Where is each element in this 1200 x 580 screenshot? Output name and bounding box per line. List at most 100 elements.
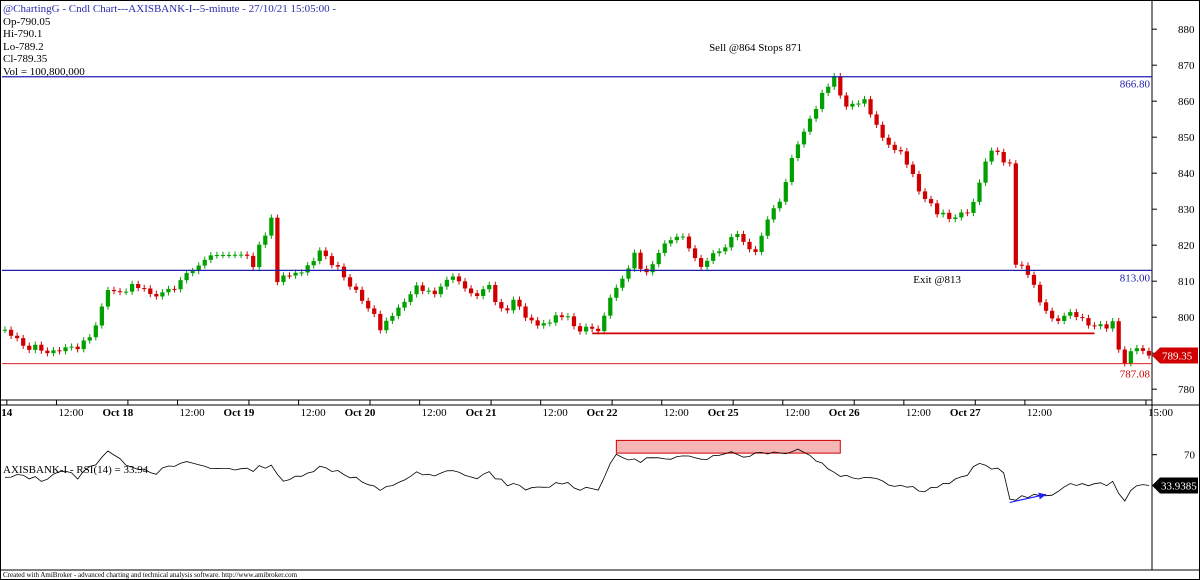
candle-body	[541, 323, 546, 326]
candle-body	[190, 271, 195, 274]
candle-body	[511, 299, 516, 311]
candle-body	[662, 243, 667, 253]
candle-body	[93, 325, 98, 338]
candle-body	[838, 76, 843, 96]
candle-body	[517, 299, 522, 307]
candle-body	[565, 316, 571, 318]
candle-body	[226, 254, 232, 256]
candle-body	[765, 219, 770, 236]
candle-body	[142, 288, 147, 290]
candle-body	[904, 151, 909, 165]
candle-body	[547, 322, 552, 324]
candle-body	[868, 99, 873, 115]
candle-body	[130, 284, 135, 292]
x-tick-label: Oct 18	[102, 407, 133, 419]
candle-body	[456, 276, 462, 282]
candle-body	[1104, 324, 1109, 329]
x-tick-label: 12:00	[906, 407, 932, 419]
candle-body	[366, 300, 371, 309]
candle-body	[759, 235, 764, 252]
y-tick-label: 860	[1178, 96, 1195, 108]
chart-annotation: Exit @813	[913, 274, 961, 286]
candle-body	[305, 265, 310, 273]
y-tick-label: 780	[1178, 384, 1195, 396]
candle-body	[487, 284, 492, 290]
candle-body	[347, 277, 353, 287]
candle-body	[1092, 325, 1097, 327]
candle-body	[705, 260, 710, 267]
x-tick-label: 12:00	[301, 407, 327, 419]
candle-body	[1056, 318, 1061, 321]
candle-body	[1031, 274, 1037, 285]
candle-body	[608, 297, 613, 316]
candle-body	[965, 212, 970, 214]
x-tick-label: Oct 26	[829, 407, 860, 419]
candle-body	[136, 284, 141, 289]
candle-body	[668, 240, 673, 244]
candle-body	[1140, 348, 1146, 351]
candle-body	[674, 236, 679, 241]
candle-body	[257, 244, 262, 268]
y-tick-label: 800	[1178, 312, 1195, 324]
candle-body	[214, 255, 219, 257]
candle-body	[57, 350, 62, 352]
candle-body	[378, 313, 383, 331]
candle-body	[741, 234, 746, 242]
candle-body	[444, 279, 449, 287]
candle-body	[2, 329, 8, 331]
close-value: Cl-789.35	[3, 53, 48, 65]
candle-body	[117, 291, 123, 293]
candle-body	[995, 150, 1000, 152]
x-tick-label: 15:00	[1148, 407, 1174, 419]
y-tick-label: 810	[1178, 276, 1195, 288]
candle-body	[886, 137, 891, 145]
candle-body	[916, 174, 922, 192]
x-tick-label: 12:00	[58, 407, 84, 419]
candle-body	[922, 191, 928, 200]
candle-body	[432, 290, 437, 295]
candle-body	[111, 290, 117, 292]
candle-body	[1110, 321, 1115, 329]
candle-body	[499, 302, 504, 309]
chart-window: 78079080081082083084085086087088070Oct 1…	[0, 0, 1200, 580]
footer-credit: Created with AmiBroker - advanced charti…	[3, 571, 298, 579]
candle-body	[21, 338, 26, 346]
candle-body	[795, 144, 801, 158]
last-price-label: 789.35	[1162, 351, 1193, 363]
candle-body	[820, 92, 825, 110]
x-tick-label: Oct 19	[224, 407, 255, 419]
x-tick-label: Oct 21	[466, 407, 497, 419]
candle-body	[771, 208, 776, 220]
candle-body	[680, 236, 686, 238]
candle-body	[614, 287, 619, 298]
rsi-tick-label: 70	[1184, 450, 1196, 462]
candle-body	[789, 157, 794, 183]
candle-body	[15, 335, 20, 339]
candle-body	[753, 249, 758, 252]
candle-body	[160, 292, 165, 297]
candle-body	[947, 212, 952, 219]
candle-body	[723, 247, 728, 252]
candle-body	[1037, 284, 1043, 303]
candle-body	[353, 286, 359, 290]
candle-body	[602, 315, 607, 332]
x-tick-label: 12:00	[180, 407, 206, 419]
rsi-last-label: 33.9385	[1161, 480, 1197, 492]
candle-body	[148, 288, 153, 294]
candle-body	[245, 254, 250, 256]
candle-body	[45, 350, 50, 354]
candle-body	[75, 346, 80, 350]
candle-body	[928, 199, 934, 204]
candle-body	[450, 276, 456, 280]
candle-body	[390, 315, 395, 321]
x-tick-label: Oct 25	[708, 407, 739, 419]
open-value: Op-790.05	[3, 15, 51, 28]
candle-body	[1116, 321, 1121, 350]
level-label: 787.08	[1120, 369, 1151, 381]
candle-body	[717, 251, 722, 254]
chart-title: @ChartingG - Cndl Chart---AXISBANK-I--5-…	[3, 3, 337, 15]
candle-body	[208, 255, 213, 260]
candle-body	[783, 182, 788, 202]
candle-body	[596, 328, 601, 332]
price-chart-svg[interactable]: 78079080081082083084085086087088070Oct 1…	[0, 0, 1200, 580]
